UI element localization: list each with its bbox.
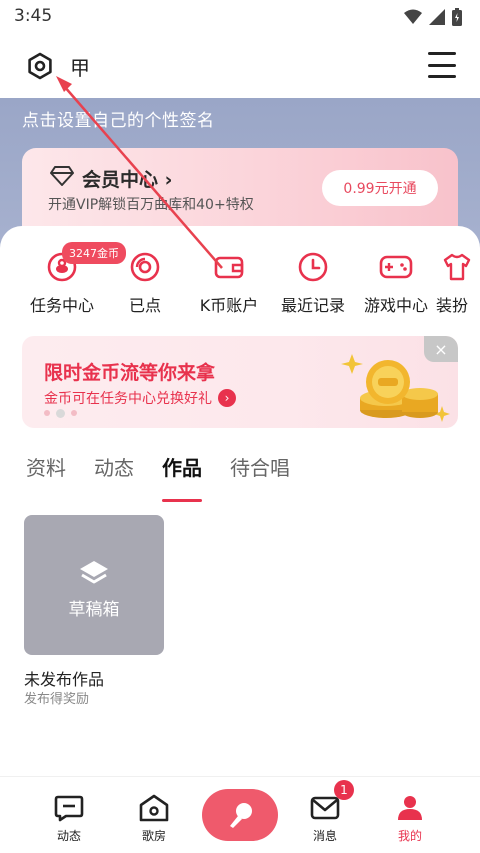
entry-label: 已点 xyxy=(128,296,161,315)
message-count-badge: 1 xyxy=(334,780,354,800)
tab-feed[interactable]: 动态 xyxy=(94,452,134,492)
coin-balance-badge: 3247金币 xyxy=(62,242,126,264)
entry-label: K币账户 xyxy=(199,296,259,315)
vip-subscribe-button[interactable]: 0.99元开通 xyxy=(322,170,438,206)
signal-icon xyxy=(429,9,445,25)
wallet-icon xyxy=(212,250,246,284)
promo-title: 限时金币流等你来拿 xyxy=(44,362,216,384)
nav-label: 消息 xyxy=(312,829,337,843)
tab-pending-duet[interactable]: 待合唱 xyxy=(230,452,290,492)
draft-box-label: 草稿箱 xyxy=(68,600,120,620)
house-icon xyxy=(138,793,170,823)
draft-title: 未发布作品 xyxy=(24,670,105,689)
carousel-dots xyxy=(44,409,77,418)
menu-button[interactable] xyxy=(428,52,456,78)
entry-dress-up[interactable]: 装扮 xyxy=(436,250,480,316)
chevron-right-icon: › xyxy=(218,389,236,407)
record-button[interactable] xyxy=(202,789,278,841)
tab-works[interactable]: 作品 xyxy=(162,452,202,502)
diamond-icon xyxy=(50,166,74,186)
profile-header: 甲 xyxy=(0,34,480,98)
promo-subtitle: 金币可在任务中心兑换好礼 › xyxy=(44,388,236,408)
settings-icon xyxy=(28,52,52,80)
mail-icon xyxy=(309,793,341,823)
nav-song-room[interactable]: 歌房 xyxy=(124,793,184,844)
promo-banner[interactable]: 限时金币流等你来拿 金币可在任务中心兑换好礼 › × xyxy=(22,336,458,428)
entry-game-center[interactable]: 游戏中心 xyxy=(352,250,440,316)
nav-label: 动态 xyxy=(56,829,81,843)
entry-label: 装扮 xyxy=(436,296,469,315)
entry-recent-records[interactable]: 最近记录 xyxy=(269,250,357,316)
menu-icon xyxy=(428,52,456,55)
disc-icon xyxy=(128,250,162,284)
nav-messages[interactable]: 消息 xyxy=(295,793,355,844)
person-icon xyxy=(394,793,426,823)
gamepad-icon xyxy=(379,250,413,284)
signature-prompt[interactable]: 点击设置自己的个性签名 xyxy=(22,106,215,131)
entry-label: 游戏中心 xyxy=(363,296,428,315)
status-icons xyxy=(404,8,462,26)
vip-subtitle: 开通VIP解锁百万曲库和40+特权 xyxy=(48,197,254,213)
entry-label: 任务中心 xyxy=(29,296,94,315)
close-icon[interactable]: × xyxy=(424,336,458,362)
nav-feed[interactable]: 动态 xyxy=(39,793,99,844)
draft-box[interactable]: 草稿箱 xyxy=(24,515,164,655)
message-square-icon xyxy=(53,793,85,823)
nav-mine[interactable]: 我的 xyxy=(380,793,440,844)
microphone-icon xyxy=(230,803,252,828)
entry-kcoin-account[interactable]: K币账户 xyxy=(185,250,273,316)
username: 甲 xyxy=(70,56,90,80)
nav-label: 我的 xyxy=(397,829,422,843)
draft-subtitle: 发布得奖励 xyxy=(24,692,90,707)
settings-button[interactable] xyxy=(24,50,56,82)
bottom-nav: 动态 歌房 消息 我的 xyxy=(0,776,480,853)
wifi-icon xyxy=(404,9,422,24)
nav-label: 歌房 xyxy=(141,829,166,843)
battery-icon xyxy=(452,8,462,26)
profile-tabs: 资料 动态 作品 待合唱 xyxy=(26,452,290,502)
status-time: 3:45 xyxy=(14,6,53,26)
entry-label: 最近记录 xyxy=(280,296,345,315)
vip-center-link[interactable]: 会员中心 › xyxy=(82,165,172,192)
tab-profile-info[interactable]: 资料 xyxy=(26,452,66,492)
status-bar: 3:45 xyxy=(0,0,480,34)
layers-icon xyxy=(80,561,108,584)
clock-icon xyxy=(296,250,330,284)
shirt-icon xyxy=(440,250,474,284)
